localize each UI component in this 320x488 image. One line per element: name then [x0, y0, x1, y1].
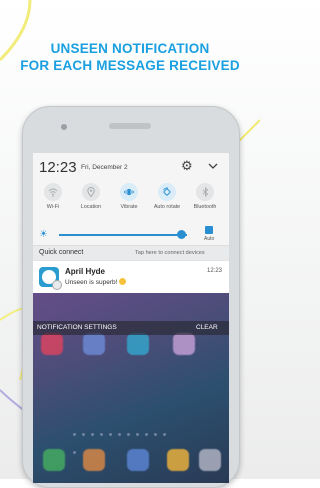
chevron-down-icon[interactable] [207, 161, 219, 171]
auto-brightness-checkbox[interactable] [205, 226, 213, 234]
quick-connect-title: Quick connect [39, 249, 84, 256]
speaker-grille [109, 123, 151, 129]
gear-icon[interactable]: ⚙ [181, 159, 195, 173]
toggle-wifi[interactable]: Wi-Fi [35, 183, 71, 210]
phone-screen: 12:23 Fri, December 2 ⚙ Wi-Fi Location V… [33, 153, 229, 483]
brightness-icon: ☀ [39, 229, 48, 240]
toggle-label: Location [80, 204, 102, 210]
home-screen-background [33, 273, 229, 483]
notification-sender: April Hyde [65, 267, 106, 276]
headline-line-2: FOR EACH MESSAGE RECEIVED [20, 58, 240, 73]
toggle-vibrate[interactable]: Vibrate [111, 183, 147, 210]
unseen-app-icon [39, 267, 62, 290]
app-shortcut-icon [127, 333, 149, 355]
toggle-label: Wi-Fi [46, 204, 60, 210]
quick-connect-bar[interactable]: Quick connect Tap here to connect device… [33, 245, 229, 260]
toggle-label: Vibrate [120, 204, 138, 210]
clear-button[interactable]: CLEAR [196, 324, 218, 331]
app-shortcut-icon [199, 449, 221, 471]
toggle-label: Auto rotate [153, 204, 181, 210]
brightness-row: ☀ Auto [33, 225, 229, 245]
toggle-location[interactable]: Location [73, 183, 109, 210]
phone-bezel-top [23, 107, 239, 153]
notification-message: Unseen is superb! [65, 278, 127, 286]
notification-settings-button[interactable]: NOTIFICATION SETTINGS [37, 324, 117, 331]
app-shortcut-icon [43, 449, 65, 471]
notification-card[interactable]: April Hyde Unseen is superb! 12:23 [33, 260, 229, 293]
auto-brightness-label: Auto [204, 236, 215, 242]
quick-connect-hint: Tap here to connect devices [135, 250, 205, 256]
toggle-label: Bluetooth [193, 204, 217, 210]
vibrate-icon [120, 183, 138, 201]
phone-mockup: 12:23 Fri, December 2 ⚙ Wi-Fi Location V… [22, 106, 240, 488]
date: Fri, December 2 [81, 164, 128, 171]
app-shortcut-icon [167, 449, 189, 471]
headline-line-1: UNSEEN NOTIFICATION [50, 41, 210, 56]
bluetooth-icon [196, 183, 214, 201]
toggle-auto-rotate[interactable]: Auto rotate [149, 183, 185, 210]
wifi-icon [44, 183, 62, 201]
location-icon [82, 183, 100, 201]
camera-icon [61, 124, 67, 130]
brightness-slider-handle[interactable] [176, 230, 186, 239]
page-indicator [73, 423, 173, 454]
auto-rotate-icon [158, 183, 176, 201]
notification-time: 12:23 [207, 268, 223, 274]
notification-actions-bar: NOTIFICATION SETTINGS CLEAR [33, 321, 229, 335]
status-bar: 12:23 Fri, December 2 ⚙ [33, 153, 229, 181]
app-shortcut-icon [173, 333, 195, 355]
app-shortcut-icon [83, 333, 105, 355]
clock: 12:23 [39, 159, 77, 176]
app-shortcut-icon [127, 449, 149, 471]
brightness-slider-track[interactable] [59, 234, 187, 236]
app-shortcut-icon [41, 333, 63, 355]
toggle-bluetooth[interactable]: Bluetooth [187, 183, 223, 210]
emoji-icon [119, 278, 127, 285]
headline: UNSEEN NOTIFICATION FOR EACH MESSAGE REC… [0, 40, 260, 74]
notification-shade: 12:23 Fri, December 2 ⚙ Wi-Fi Location V… [33, 153, 229, 293]
quick-toggles: Wi-Fi Location Vibrate Auto rotate Bluet… [33, 181, 229, 225]
app-shortcut-icon [83, 449, 105, 471]
small-badge-icon [52, 280, 62, 290]
